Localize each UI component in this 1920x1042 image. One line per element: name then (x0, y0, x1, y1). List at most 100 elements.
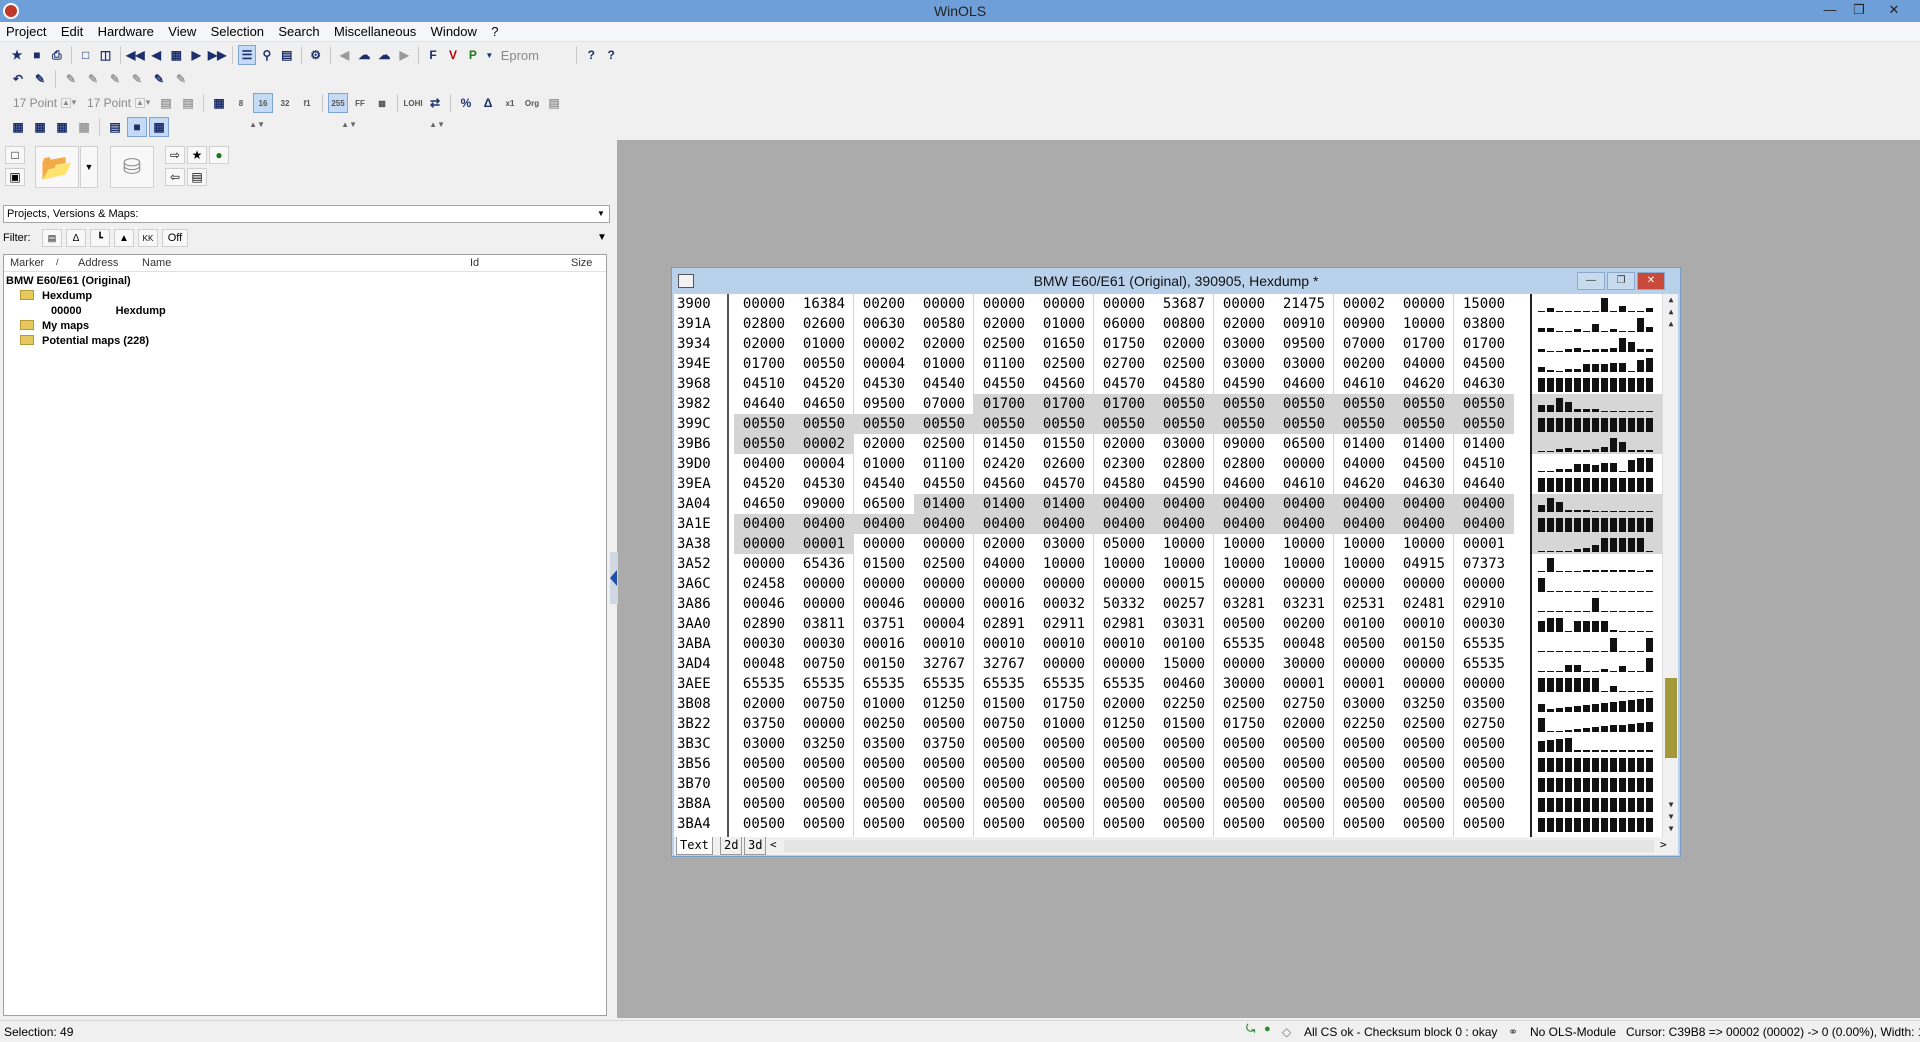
hex-cell[interactable]: 00500 (1154, 734, 1214, 754)
hex-cell[interactable]: 02500 (974, 334, 1034, 354)
hex-cell[interactable]: 02750 (1274, 694, 1334, 714)
hex-cell[interactable]: 04500 (1394, 454, 1454, 474)
list-icon[interactable]: ▤ (278, 45, 296, 65)
eprom-label[interactable]: Eprom (501, 48, 572, 63)
hex-cell[interactable]: 00500 (1454, 794, 1514, 814)
hex-cell[interactable]: 02500 (1034, 354, 1094, 374)
hex-cell[interactable]: 00000 (1394, 674, 1454, 694)
hex-cell[interactable]: 00000 (854, 534, 914, 554)
hex-cell[interactable]: 01000 (1034, 714, 1094, 734)
hex-cell[interactable]: 10000 (1154, 554, 1214, 574)
filter-tree-icon[interactable]: ┗ (90, 229, 110, 247)
hex-cell[interactable]: 65535 (914, 674, 974, 694)
fill-icon[interactable]: ■ (127, 117, 147, 137)
hex-cell[interactable]: 00002 (794, 434, 854, 454)
hex-cell[interactable]: 00500 (1214, 734, 1274, 754)
hex-cell[interactable]: 00500 (1214, 794, 1274, 814)
first-icon[interactable]: ◀◀ (125, 45, 145, 65)
hex-cell[interactable]: 01100 (974, 354, 1034, 374)
new-file-icon[interactable]: □ (5, 146, 25, 164)
hex-cell[interactable]: 02000 (1274, 714, 1334, 734)
hex-cell[interactable]: 01750 (1034, 694, 1094, 714)
hex-cell[interactable]: 10000 (1274, 534, 1334, 554)
hex-cell[interactable]: 01750 (1214, 714, 1274, 734)
hex-cell[interactable]: 01400 (1334, 434, 1394, 454)
hex-cell[interactable]: 01500 (854, 554, 914, 574)
pen-icon[interactable]: ✎ (30, 69, 50, 89)
hex-cell[interactable]: 01700 (1454, 334, 1514, 354)
menu-help[interactable]: ? (485, 22, 503, 40)
hex-cell[interactable]: 00030 (794, 634, 854, 654)
hex-cell[interactable]: 04600 (1274, 374, 1334, 394)
hex-cell[interactable]: 00500 (974, 754, 1034, 774)
restore-icon[interactable]: ❐ (1845, 0, 1873, 22)
hex-cell[interactable]: 00010 (1394, 614, 1454, 634)
hex-cell[interactable]: 04640 (734, 394, 794, 414)
hex-cell[interactable]: 04590 (1154, 474, 1214, 494)
hex-cell[interactable]: 00400 (1334, 494, 1394, 514)
hex-cell[interactable]: 00550 (1274, 414, 1334, 434)
tool-d-icon[interactable]: ✎ (127, 69, 147, 89)
hex-cell[interactable]: 00000 (1034, 574, 1094, 594)
map-icon[interactable]: ▦ (8, 117, 28, 137)
hex-cell[interactable]: 02481 (1394, 594, 1454, 614)
menu-search[interactable]: Search (272, 22, 324, 40)
child-restore-icon[interactable]: ❐ (1607, 272, 1635, 290)
column-size[interactable]: Size (571, 257, 592, 269)
hex-cell[interactable]: 00630 (854, 314, 914, 334)
chevron-down-icon[interactable]: ▼ (593, 206, 609, 222)
hex-cell[interactable]: 00400 (1394, 494, 1454, 514)
hex-cell[interactable]: 01400 (1034, 494, 1094, 514)
projects-dropdown[interactable]: Projects, Versions & Maps: ▼ (3, 205, 610, 223)
hex-cell[interactable]: 01700 (1094, 394, 1154, 414)
filter-kk-icon[interactable]: KK (138, 229, 158, 247)
hex-cell[interactable]: 00550 (794, 414, 854, 434)
hex-cell[interactable]: 00500 (1034, 774, 1094, 794)
hex-cell[interactable]: 04650 (794, 394, 854, 414)
hex-cell[interactable]: 01700 (1394, 334, 1454, 354)
hex-cell[interactable]: 02458 (734, 574, 794, 594)
hex-cell[interactable]: 04550 (914, 474, 974, 494)
hex-cell[interactable]: 02000 (854, 434, 914, 454)
hex-cell[interactable]: 00400 (1274, 514, 1334, 534)
hex-cell[interactable]: 00001 (1454, 534, 1514, 554)
hex-cell[interactable]: 04000 (1394, 354, 1454, 374)
hex-cell[interactable]: 00400 (1034, 514, 1094, 534)
hex-cell[interactable]: 03000 (1154, 434, 1214, 454)
hex-cell[interactable]: 01750 (1094, 334, 1154, 354)
hex-cell[interactable]: 00550 (1334, 394, 1394, 414)
hex-cell[interactable]: 00100 (1334, 614, 1394, 634)
hex-cell[interactable]: 00400 (1214, 494, 1274, 514)
hex-cell[interactable]: 00550 (794, 354, 854, 374)
hex-cell[interactable]: 21475 (1274, 294, 1334, 314)
hex-cell[interactable]: 00001 (794, 534, 854, 554)
hex-cell[interactable]: 00500 (1214, 754, 1274, 774)
hex-cell[interactable]: 00400 (734, 514, 794, 534)
filter-dropdown-icon[interactable]: ▼ (597, 232, 607, 243)
hex-cell[interactable]: 00400 (734, 454, 794, 474)
hex-cell[interactable]: 00257 (1154, 594, 1214, 614)
hex-cell[interactable]: 02531 (1334, 594, 1394, 614)
panel-splitter[interactable] (610, 552, 618, 604)
hex-cell[interactable]: 00000 (914, 574, 974, 594)
map-edit-icon[interactable]: ▦ (30, 117, 50, 137)
font-size-spinner[interactable]: 17 Point ▲▼ (8, 93, 80, 113)
hex-cell[interactable]: 00002 (1334, 294, 1394, 314)
hex-cell[interactable]: 01700 (734, 354, 794, 374)
hex-cell[interactable]: 00500 (1094, 734, 1154, 754)
hex-cell[interactable]: 02000 (1094, 694, 1154, 714)
hex-cell[interactable]: 02500 (1154, 354, 1214, 374)
hex-cell[interactable]: 00500 (1034, 814, 1094, 834)
original-button[interactable]: Org (522, 93, 542, 113)
hex-cell[interactable]: 00400 (1454, 494, 1514, 514)
hex-cell[interactable]: 00000 (734, 534, 794, 554)
hex-cell[interactable]: 65535 (794, 674, 854, 694)
import-icon[interactable]: ★ (8, 45, 26, 65)
hex-cell[interactable]: 02500 (914, 434, 974, 454)
tool-f-icon[interactable]: ✎ (171, 69, 191, 89)
hex-cell[interactable]: 02800 (1154, 454, 1214, 474)
hex-cell[interactable]: 01500 (974, 694, 1034, 714)
hex-ff-button[interactable]: FF (350, 93, 370, 113)
tool-b-icon[interactable]: ✎ (83, 69, 103, 89)
hex-cell[interactable]: 00046 (854, 594, 914, 614)
